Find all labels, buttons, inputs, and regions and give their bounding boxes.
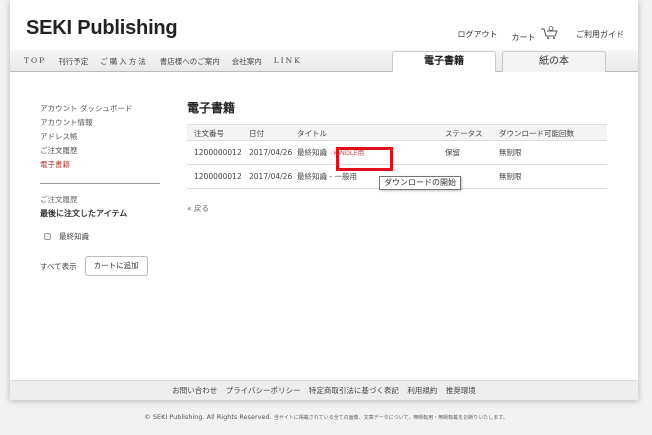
page-title: 電子書籍 [187,101,236,115]
recent-item-label[interactable]: 最終知識 [59,231,89,242]
download-tooltip: ダウンロードの開始 [379,176,461,190]
nav-item-company[interactable]: 会社案内 [232,56,262,67]
logout-link[interactable]: ログアウト [457,29,497,40]
copyright: © SEKI Publishing. All Rights Reserved. … [0,413,652,421]
sidebar-item-ebooks[interactable]: 電子書籍 [40,158,180,172]
download-link-general[interactable]: 最終知識 - 一般用 [297,172,357,181]
main-content: 電子書籍 注文番号 日付 タイトル ステータス ダウンロード可能回数 12000… [187,98,607,214]
show-all-link[interactable]: すべて表示 [40,261,77,272]
table-header: 注文番号 日付 タイトル ステータス ダウンロード可能回数 [187,124,607,141]
nav-item-top[interactable]: TOP [24,56,46,67]
col-status: ステータス [445,129,483,138]
page-container: SEKI Publishing ログアウト カート ご利用ガイド TOP 刊行予… [10,0,638,400]
sidebar-divider [40,183,160,184]
sidebar-item-dashboard[interactable]: アカウント ダッシュボード [40,102,180,116]
item-title-text: 最終知識 [297,148,327,157]
sidebar-actions: すべて表示 カートに追加 [40,256,180,276]
footer-link-contact[interactable]: お問い合わせ [172,386,217,395]
nav-items: TOP 刊行予定 ご購入方法 書店様へのご案内 会社案内 LINK [24,56,314,67]
col-title: タイトル [297,129,327,138]
order-date: 2017/04/26 [249,148,293,157]
cart-label: カート [511,33,536,42]
account-sidebar: アカウント ダッシュボード アカウント情報 アドレス帳 ご注文履歴 電子書籍 ご… [40,102,180,276]
order-date: 2017/04/26 [249,172,293,181]
site-logo[interactable]: SEKI Publishing [26,17,178,40]
download-count: 無制限 [499,148,522,157]
footer-link-privacy[interactable]: プライバシーポリシー [226,386,301,395]
footer-links: お問い合わせ プライバシーポリシー 特定商取引法に基づく表記 利用規約 推奨環境 [10,380,638,400]
col-downloads: ダウンロード可能回数 [499,129,574,138]
footer-link-terms[interactable]: 利用規約 [407,386,437,395]
footer-link-environment[interactable]: 推奨環境 [446,386,476,395]
header-links: ログアウト カート ご利用ガイド [457,26,624,43]
download-count: 無制限 [499,172,522,181]
sidebar-item-account-info[interactable]: アカウント情報 [40,116,180,130]
copyright-note: 当サイトに掲載されている全ての画像、文章データについて、無断転用・無断転載をお断… [273,415,508,421]
highlight-box [336,147,393,171]
recent-item-checkbox[interactable] [44,232,51,240]
cart-link[interactable]: カート [511,26,560,43]
tab-ebook[interactable]: 電子書籍 [392,51,496,72]
nav-item-bookstores[interactable]: 書店様へのご案内 [160,56,220,67]
footer-link-commerce-law[interactable]: 特定商取引法に基づく表記 [309,386,399,395]
recent-orders-label: ご注文履歴 [40,195,78,204]
col-date: 日付 [249,129,264,138]
nav-item-upcoming[interactable]: 刊行予定 [58,56,88,67]
order-status: 保留 [445,148,460,157]
back-link[interactable]: « 戻る [187,203,607,214]
col-order-number: 注文番号 [194,129,224,138]
nav-item-how-to-buy[interactable]: ご購入方法 [100,56,148,67]
sidebar-item-order-history[interactable]: ご注文履歴 [40,144,180,158]
copyright-text: © SEKI Publishing. All Rights Reserved. [144,413,272,421]
order-number: 1200000012 [194,148,242,157]
guide-link[interactable]: ご利用ガイド [576,29,624,40]
sidebar-item-address-book[interactable]: アドレス帳 [40,130,180,144]
recent-item: 最終知識 [40,229,180,243]
table-row: 1200000012 2017/04/26 最終知識 - KINDLE用 保留 … [187,141,607,165]
nav-item-link[interactable]: LINK [274,56,302,67]
order-number: 1200000012 [194,172,242,181]
cart-icon [541,26,558,39]
recent-orders-heading: 最後に注文したアイテム [40,209,128,218]
add-to-cart-button[interactable]: カートに追加 [84,256,148,276]
tab-paper-books[interactable]: 紙の本 [502,51,606,72]
